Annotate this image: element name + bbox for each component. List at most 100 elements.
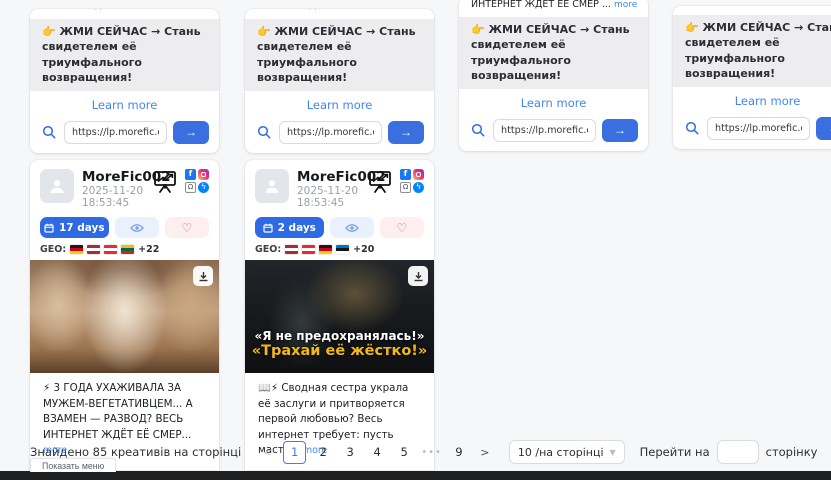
landing-url-input[interactable]	[279, 121, 382, 144]
learn-more-link[interactable]: Learn more	[459, 89, 648, 114]
creatives-page: ИНТЕРНЕТ ЖДЁТ ЕЁ СМЕР ... more 👉 ЖМИ СЕЙ…	[0, 0, 831, 480]
presentation-chart-icon[interactable]	[152, 169, 178, 194]
goto-page-input[interactable]	[717, 440, 759, 464]
instagram-icon[interactable]	[198, 169, 209, 180]
instagram-icon[interactable]	[413, 169, 424, 180]
search-icon[interactable]	[255, 125, 273, 139]
download-image-button[interactable]	[408, 266, 428, 286]
cta-text: 👉 ЖМИ СЕЙЧАС → Стань свидетелем её триум…	[245, 19, 434, 91]
clipped-description: ИНТЕРНЕТ ЖДЁТ ЕЁ СМЕР ... more	[30, 9, 219, 13]
flag-at-icon	[104, 245, 117, 254]
creative-image[interactable]	[30, 260, 219, 373]
open-url-button[interactable]: →	[816, 117, 831, 140]
facebook-icon[interactable]: f	[400, 169, 411, 180]
goto-label-prefix: Перейти на	[640, 445, 710, 459]
pages-ellipsis[interactable]: •••	[421, 447, 442, 458]
page-2[interactable]: 2	[313, 441, 333, 464]
views-button[interactable]	[330, 217, 374, 238]
cta-text: 👉 ЖМИ СЕЙЧАС → Стань свидетелем её триум…	[30, 19, 219, 91]
flag-lv-icon	[87, 245, 100, 254]
account-identity: MoreFic002 2025-11-20 18:53:45	[82, 169, 152, 210]
learn-more-link[interactable]: Learn more	[30, 91, 219, 116]
download-image-button[interactable]	[193, 266, 213, 286]
account-identity: MoreFic002 2025-11-20 18:53:45	[297, 169, 367, 210]
open-url-button[interactable]: →	[388, 121, 424, 144]
per-page-select[interactable]: 10 /на сторінці ▼	[509, 440, 625, 464]
show-menu-button[interactable]: Показать меню	[30, 458, 116, 472]
geo-label: GEO:	[255, 244, 281, 255]
search-icon[interactable]	[683, 121, 701, 135]
days-label: 2 days	[278, 222, 316, 234]
header-icons: f Ω ϟ	[152, 169, 209, 194]
audience-network-icon[interactable]: Ω	[185, 182, 196, 193]
geo-label: GEO:	[40, 244, 66, 255]
results-count-text: Знайдено 85 креативів на сторінці	[30, 445, 241, 459]
flag-at-icon	[302, 245, 315, 254]
creative-image[interactable]: «Я не предохранялась!» «Трахай её жёстко…	[245, 260, 434, 373]
views-button[interactable]	[115, 217, 159, 238]
creative-card-partial: 👉 ЖМИ СЕЙЧАС → Стань свидетелем её триум…	[673, 6, 831, 149]
page-9[interactable]: 9	[449, 441, 469, 464]
card-header: MoreFic002 2025-11-20 18:53:45 f Ω ϟ	[30, 160, 219, 216]
open-url-button[interactable]: →	[602, 119, 638, 142]
overlay-line-1: «Я не предохранялась!»	[245, 329, 434, 343]
landing-url-input[interactable]	[64, 121, 167, 144]
url-row: →	[245, 116, 434, 153]
page-4[interactable]: 4	[367, 441, 387, 464]
geo-flags	[70, 245, 134, 254]
creative-date: 2025-11-20 18:53:45	[297, 185, 367, 209]
learn-more-link[interactable]: Learn more	[245, 91, 434, 116]
grid-column-4: 👉 ЖМИ СЕЙЧАС → Стань свидетелем её триум…	[673, 6, 831, 149]
grid-column-1: ИНТЕРНЕТ ЖДЁТ ЕЁ СМЕР ... more 👉 ЖМИ СЕЙ…	[30, 9, 219, 480]
favorite-button[interactable]: ♡	[380, 217, 424, 238]
flag-lt-icon	[121, 245, 134, 254]
messenger-icon[interactable]: ϟ	[413, 182, 424, 193]
learn-more-link[interactable]: Learn more	[673, 87, 831, 112]
calendar-icon	[263, 223, 273, 233]
landing-url-input[interactable]	[493, 119, 596, 142]
audience-network-icon[interactable]: Ω	[400, 182, 411, 193]
search-icon[interactable]	[469, 123, 487, 137]
page-3[interactable]: 3	[340, 441, 360, 464]
geo-more-count[interactable]: +22	[138, 244, 159, 255]
flag-de-icon	[70, 245, 83, 254]
url-row: →	[673, 112, 831, 149]
download-icon	[198, 271, 209, 282]
cta-text: 👉 ЖМИ СЕЙЧАС → Стань свидетелем её триум…	[673, 15, 831, 87]
next-page-arrow[interactable]: >	[476, 446, 494, 459]
days-label: 17 days	[59, 222, 105, 234]
days-active-button[interactable]: 2 days	[255, 217, 324, 238]
per-page-value: 10 /на сторінці	[518, 446, 604, 459]
flag-de-icon	[319, 245, 332, 254]
favorite-button[interactable]: ♡	[165, 217, 209, 238]
clipped-description-text: ИНТЕРНЕТ ЖДЁТ ЕЁ СМЕР ... more	[30, 9, 219, 11]
eye-icon	[345, 223, 359, 233]
presentation-chart-icon[interactable]	[367, 169, 393, 194]
avatar	[40, 169, 74, 203]
download-icon	[413, 271, 424, 282]
avatar	[255, 169, 289, 203]
open-url-button[interactable]: →	[173, 121, 209, 144]
clipped-description-text: ИНТЕРНЕТ ЖДЁТ ЕЁ СМЕР ... more	[245, 9, 434, 11]
grid-column-2: ИНТЕРНЕТ ЖДЁТ ЕЁ СМЕР ... more 👉 ЖМИ СЕЙ…	[245, 9, 434, 480]
url-row: →	[459, 114, 648, 151]
search-icon[interactable]	[40, 125, 58, 139]
grid-column-3: ИНТЕРНЕТ ЖДЁТ ЕЁ СМЕР ... more 👉 ЖМИ СЕЙ…	[459, 0, 648, 151]
geo-row: GEO: +22	[30, 238, 219, 260]
card-header: MoreFic002 2025-11-20 18:53:45 f Ω ϟ	[245, 160, 434, 216]
arrow-right-icon: →	[614, 123, 626, 137]
geo-flags	[285, 245, 349, 254]
days-active-button[interactable]: 17 days	[40, 217, 109, 238]
facebook-icon[interactable]: f	[185, 169, 196, 180]
page-5[interactable]: 5	[394, 441, 414, 464]
geo-more-count[interactable]: +20	[353, 244, 374, 255]
prev-page-arrow[interactable]: <	[258, 446, 276, 459]
more-link[interactable]: more	[614, 0, 637, 10]
page-1[interactable]: 1	[283, 441, 306, 464]
creative-card: MoreFic002 2025-11-20 18:53:45 f Ω ϟ	[30, 160, 219, 480]
landing-url-input[interactable]	[707, 117, 810, 140]
messenger-icon[interactable]: ϟ	[198, 182, 209, 193]
truncated-description: ИНТЕРНЕТ ЖДЁТ ЕЁ СМЕР ... more	[459, 0, 648, 11]
header-icons: f Ω ϟ	[367, 169, 424, 194]
url-row: →	[30, 116, 219, 153]
